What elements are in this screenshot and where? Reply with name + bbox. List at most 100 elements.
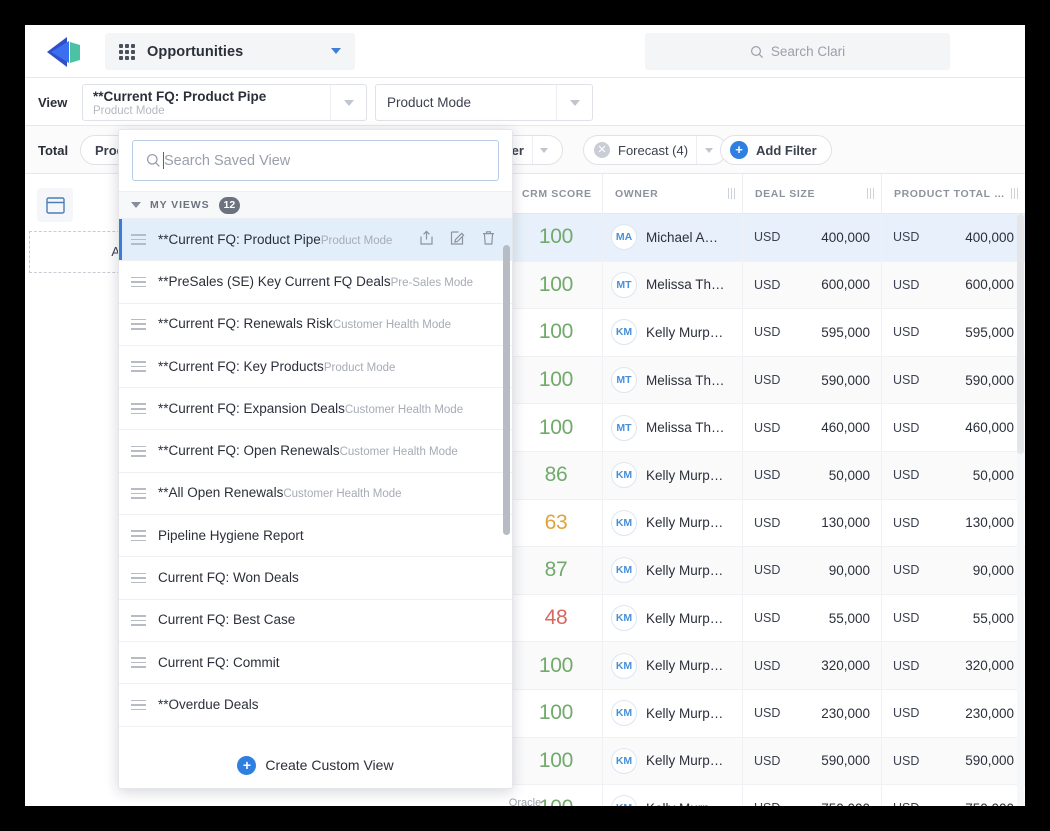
mode-select-value: Product Mode bbox=[387, 95, 471, 110]
table-row[interactable]: 100MTMelissa Th…USD590,000USD590,000 bbox=[510, 357, 1025, 405]
share-icon[interactable] bbox=[419, 230, 434, 246]
deal-size-value: 320,000 bbox=[821, 658, 870, 673]
column-resize-icon[interactable] bbox=[1011, 188, 1019, 199]
view-label: View bbox=[38, 95, 67, 110]
saved-view-item[interactable]: **Current FQ: Renewals RiskCustomer Heal… bbox=[119, 304, 512, 346]
drag-handle-icon[interactable] bbox=[131, 277, 146, 288]
owner-name: Kelly Murp… bbox=[646, 753, 723, 768]
saved-view-item[interactable]: **Current FQ: Product PipeProduct Mode bbox=[119, 219, 512, 261]
cell-owner: MTMelissa Th… bbox=[603, 404, 743, 451]
chevron-down-icon[interactable] bbox=[556, 85, 592, 120]
saved-view-item-text: Current FQ: Won Deals bbox=[158, 569, 299, 587]
owner-name: Kelly Murp… bbox=[646, 515, 723, 530]
global-search-input[interactable]: Search Clari bbox=[645, 33, 950, 70]
my-views-section-header[interactable]: MY VIEWS 12 bbox=[119, 191, 512, 219]
avatar: KM bbox=[611, 557, 637, 583]
product-total-currency: USD bbox=[893, 325, 919, 339]
table-row[interactable]: 87KMKelly Murp…USD90,000USD90,000 bbox=[510, 547, 1025, 595]
drag-handle-icon[interactable] bbox=[131, 403, 146, 414]
drag-handle-icon[interactable] bbox=[131, 530, 146, 541]
drag-handle-icon[interactable] bbox=[131, 234, 146, 245]
table-vertical-scrollbar[interactable] bbox=[1017, 214, 1024, 806]
table-row[interactable]: 100KMKelly Murp…USD595,000USD595,000 bbox=[510, 309, 1025, 357]
plus-circle-icon: + bbox=[237, 756, 256, 775]
saved-view-item[interactable]: **PreSales (SE) Key Current FQ DealsPre-… bbox=[119, 261, 512, 303]
drag-handle-icon[interactable] bbox=[131, 615, 146, 626]
cell-deal-size: USD595,000 bbox=[743, 309, 882, 356]
filter-pill-forecast[interactable]: ✕ Forecast (4) bbox=[583, 135, 727, 165]
panel-layout-icon bbox=[46, 197, 65, 214]
clear-circle-icon[interactable]: ✕ bbox=[594, 142, 610, 158]
saved-view-item[interactable]: **All Open RenewalsCustomer Health Mode bbox=[119, 473, 512, 515]
cell-product-total: USD50,000 bbox=[882, 452, 1025, 499]
panel-layout-toggle[interactable] bbox=[37, 188, 73, 222]
product-total-currency: USD bbox=[893, 230, 919, 244]
saved-view-item-name: **PreSales (SE) Key Current FQ Deals bbox=[158, 274, 391, 289]
saved-view-item[interactable]: Current FQ: Won Deals bbox=[119, 557, 512, 599]
drag-handle-icon[interactable] bbox=[131, 700, 146, 711]
saved-view-search-input[interactable]: Search Saved View bbox=[132, 140, 499, 181]
delete-icon[interactable] bbox=[481, 230, 496, 246]
table-row[interactable]: 86KMKelly Murp…USD50,000USD50,000 bbox=[510, 452, 1025, 500]
column-resize-icon[interactable] bbox=[728, 188, 736, 199]
avatar: KM bbox=[611, 319, 637, 345]
owner-name: Kelly Murp… bbox=[646, 563, 723, 578]
product-total-currency: USD bbox=[893, 278, 919, 292]
create-custom-view-button[interactable]: + Create Custom View bbox=[237, 756, 393, 775]
column-header-owner[interactable]: OWNER bbox=[603, 174, 743, 214]
drag-handle-icon[interactable] bbox=[131, 573, 146, 584]
table-row[interactable]: 100KMKelly Murp…USD230,000USD230,000 bbox=[510, 690, 1025, 738]
column-header-deal-size[interactable]: DEAL SIZE bbox=[743, 174, 882, 214]
dropdown-scrollbar[interactable] bbox=[503, 245, 510, 735]
chevron-down-icon[interactable] bbox=[532, 136, 556, 164]
table-row[interactable]: 63KMKelly Murp…USD130,000USD130,000 bbox=[510, 500, 1025, 548]
column-header-product-total[interactable]: PRODUCT TOTAL … bbox=[882, 174, 1025, 214]
crm-score-value: 100 bbox=[539, 225, 573, 249]
drag-handle-icon[interactable] bbox=[131, 361, 146, 372]
cell-deal-size: USD130,000 bbox=[743, 500, 882, 547]
chevron-down-icon[interactable] bbox=[696, 136, 720, 164]
table-row[interactable]: 100MTMelissa Th…USD460,000USD460,000 bbox=[510, 404, 1025, 452]
drag-handle-icon[interactable] bbox=[131, 657, 146, 668]
clari-logo-icon[interactable] bbox=[37, 33, 87, 71]
cell-deal-size: USD50,000 bbox=[743, 452, 882, 499]
table-row[interactable]: 100KMKelly Murp…USD320,000USD320,000 bbox=[510, 642, 1025, 690]
column-resize-icon[interactable] bbox=[867, 188, 875, 199]
product-total-currency: USD bbox=[893, 421, 919, 435]
crm-score-value: 100 bbox=[539, 273, 573, 297]
app-switcher[interactable]: Opportunities bbox=[105, 33, 355, 70]
chevron-down-icon[interactable] bbox=[331, 48, 341, 54]
cell-crm-score: 100 bbox=[510, 738, 603, 785]
table-row[interactable]: 100MAMichael A…USD400,000USD400,000 bbox=[510, 214, 1025, 262]
cell-product-total: USD55,000 bbox=[882, 595, 1025, 642]
table-row[interactable]: 100KMKelly Murp…USD590,000USD590,000 bbox=[510, 738, 1025, 786]
column-header-crm-score[interactable]: CRM SCORE bbox=[510, 174, 603, 214]
app-title: Opportunities bbox=[147, 44, 243, 60]
drag-handle-icon[interactable] bbox=[131, 319, 146, 330]
saved-view-item[interactable]: Current FQ: Best Case bbox=[119, 600, 512, 642]
saved-view-item[interactable]: **Overdue Deals bbox=[119, 684, 512, 726]
crm-score-value: 48 bbox=[545, 606, 568, 630]
chevron-down-icon[interactable] bbox=[330, 85, 366, 120]
top-navigation-bar: Opportunities Search Clari bbox=[25, 25, 1025, 78]
saved-view-item[interactable]: Pipeline Hygiene Report bbox=[119, 515, 512, 557]
deal-size-currency: USD bbox=[754, 659, 780, 673]
table-row[interactable]: 100MTMelissa Th…USD600,000USD600,000 bbox=[510, 262, 1025, 310]
owner-name: Melissa Th… bbox=[646, 420, 725, 435]
drag-handle-icon[interactable] bbox=[131, 446, 146, 457]
table-row[interactable]: 48KMKelly Murp…USD55,000USD55,000 bbox=[510, 595, 1025, 643]
mode-select[interactable]: Product Mode bbox=[375, 84, 593, 121]
deal-size-currency: USD bbox=[754, 278, 780, 292]
edit-icon[interactable] bbox=[450, 230, 465, 246]
avatar: KM bbox=[611, 700, 637, 726]
saved-view-item[interactable]: Current FQ: Commit bbox=[119, 642, 512, 684]
saved-view-select[interactable]: **Current FQ: Product Pipe Product Mode bbox=[82, 84, 367, 121]
saved-view-item[interactable]: **Current FQ: Key ProductsProduct Mode bbox=[119, 346, 512, 388]
saved-view-item[interactable]: **Current FQ: Expansion DealsCustomer He… bbox=[119, 388, 512, 430]
add-filter-button[interactable]: + Add Filter bbox=[720, 135, 832, 165]
saved-view-item[interactable]: **Current FQ: Open RenewalsCustomer Heal… bbox=[119, 430, 512, 472]
deal-size-value: 590,000 bbox=[821, 753, 870, 768]
drag-handle-icon[interactable] bbox=[131, 488, 146, 499]
deal-size-currency: USD bbox=[754, 230, 780, 244]
cell-deal-size: USD90,000 bbox=[743, 547, 882, 594]
